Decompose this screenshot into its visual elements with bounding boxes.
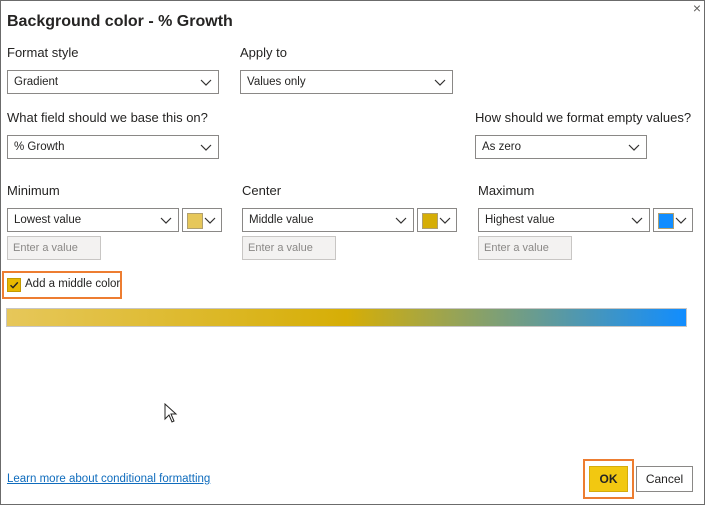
minimum-dropdown[interactable]: Lowest value [7, 208, 179, 232]
center-color-picker[interactable] [417, 208, 457, 232]
maximum-value: Highest value [485, 214, 555, 226]
chevron-down-icon [628, 144, 640, 151]
center-value: Middle value [249, 214, 314, 226]
empty-values-label: How should we format empty values? [475, 110, 692, 125]
minimum-color-swatch [187, 213, 203, 229]
base-field-value: % Growth [14, 141, 65, 153]
minimum-value-input[interactable] [7, 236, 101, 260]
background-color-dialog: Background color - % Growth × Format sty… [0, 0, 705, 505]
apply-to-value: Values only [247, 76, 306, 88]
center-color-swatch [422, 213, 438, 229]
maximum-color-picker[interactable] [653, 208, 693, 232]
base-field-dropdown[interactable]: % Growth [7, 135, 219, 159]
maximum-label: Maximum [478, 183, 535, 198]
apply-to-label: Apply to [240, 45, 287, 60]
chevron-down-icon [395, 217, 407, 224]
chevron-down-icon [160, 217, 172, 224]
maximum-color-swatch [658, 213, 674, 229]
chevron-down-icon [204, 217, 216, 224]
base-field-label: What field should we base this on? [7, 110, 208, 125]
mouse-pointer-icon [164, 403, 178, 423]
dialog-title: Background color - % Growth [7, 13, 233, 30]
format-style-dropdown[interactable]: Gradient [7, 70, 219, 94]
middle-color-label[interactable]: Add a middle color [25, 278, 120, 290]
ok-button[interactable]: OK [589, 466, 628, 492]
chevron-down-icon [434, 79, 446, 86]
cancel-button[interactable]: Cancel [636, 466, 693, 492]
chevron-down-icon [200, 144, 212, 151]
center-value-input[interactable] [242, 236, 336, 260]
checkmark-icon [10, 281, 19, 289]
learn-more-link[interactable]: Learn more about conditional formatting [7, 473, 210, 485]
chevron-down-icon [631, 217, 643, 224]
center-dropdown[interactable]: Middle value [242, 208, 414, 232]
chevron-down-icon [439, 217, 451, 224]
empty-values-dropdown[interactable]: As zero [475, 135, 647, 159]
middle-color-checkbox[interactable] [7, 278, 21, 292]
format-style-value: Gradient [14, 76, 59, 88]
center-label: Center [242, 183, 282, 198]
minimum-value: Lowest value [14, 214, 82, 226]
minimum-color-picker[interactable] [182, 208, 222, 232]
gradient-preview [6, 308, 687, 327]
empty-values-value: As zero [482, 141, 521, 153]
format-style-label: Format style [7, 45, 79, 60]
chevron-down-icon [200, 79, 212, 86]
maximum-value-input[interactable] [478, 236, 572, 260]
close-icon[interactable]: × [693, 0, 701, 16]
minimum-label: Minimum [7, 183, 60, 198]
maximum-dropdown[interactable]: Highest value [478, 208, 650, 232]
chevron-down-icon [675, 217, 687, 224]
apply-to-dropdown[interactable]: Values only [240, 70, 453, 94]
